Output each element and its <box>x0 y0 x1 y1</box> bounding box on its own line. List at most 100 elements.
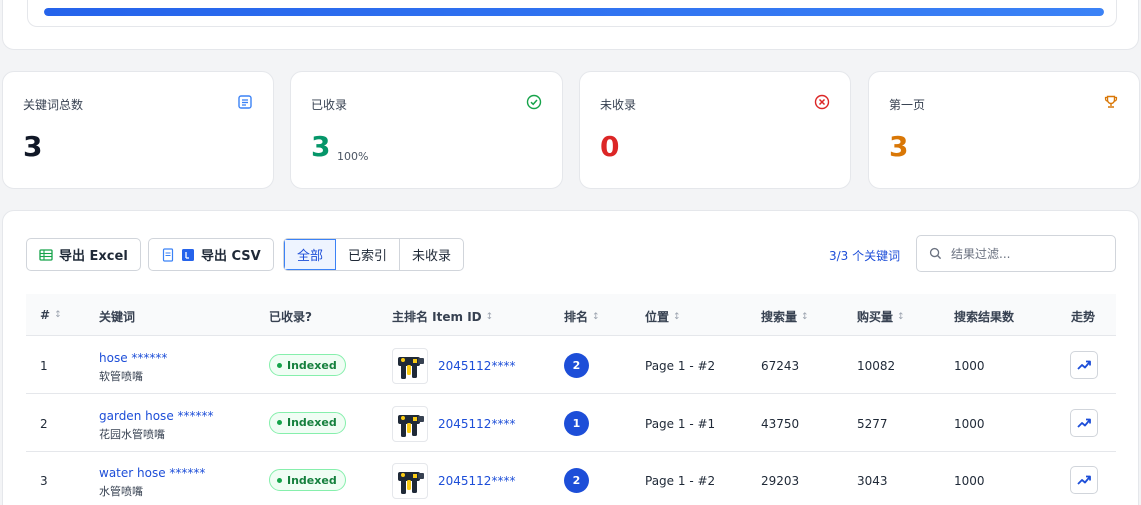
trend-up-icon <box>1077 475 1091 485</box>
hose-nozzle-image <box>398 414 424 437</box>
trophy-icon <box>1104 95 1118 108</box>
stat-card-indexed: 已收录 3 100% <box>290 71 563 189</box>
product-thumbnail[interactable] <box>392 463 428 499</box>
stat-card-total: 关键词总数 3 <box>2 71 274 189</box>
progress-bar <box>44 8 1104 16</box>
stat-label: 已收录 <box>311 98 348 112</box>
export-csv-label: 导出 CSV <box>201 249 261 264</box>
indexed-badge: Indexed <box>269 469 346 491</box>
progress-container <box>27 0 1117 27</box>
results-cell: 1000 <box>954 359 985 373</box>
search-icon <box>929 247 942 260</box>
status-filter-tabs: 全部 已索引 未收录 <box>283 238 465 271</box>
rank-badge: 2 <box>564 353 589 378</box>
results-cell: 1000 <box>954 474 985 488</box>
purchase-cell: 3043 <box>857 474 888 488</box>
stat-label: 未收录 <box>600 98 637 112</box>
keyword-count: 3/3 个关键词 <box>829 249 901 263</box>
position-cell: Page 1 - #2 <box>645 359 716 373</box>
item-id-link[interactable]: 2045112**** <box>438 417 515 431</box>
results-cell: 1000 <box>954 416 985 431</box>
search-volume-cell: 43750 <box>761 416 800 431</box>
indexed-badge-label: Indexed <box>287 473 337 487</box>
trend-up-icon <box>1077 360 1091 370</box>
list-icon <box>238 95 252 109</box>
sort-icon: ↕ <box>485 311 494 322</box>
table-row: 1 hose ****** 软管喷嘴 Indexed 2045112**** 2… <box>26 337 1116 394</box>
tab-not-indexed[interactable]: 未收录 <box>400 239 463 270</box>
column-header-position[interactable]: 位置 ↕ <box>645 308 681 325</box>
spreadsheet-icon <box>39 248 53 261</box>
status-dot <box>277 362 282 368</box>
keyword-link[interactable]: garden hose ****** <box>99 409 214 423</box>
purchase-cell: 10082 <box>857 359 896 373</box>
progress-bar-fill <box>44 8 1104 16</box>
stat-label: 关键词总数 <box>23 98 84 112</box>
tab-indexed[interactable]: 已索引 <box>336 239 401 270</box>
trend-button[interactable] <box>1070 466 1098 494</box>
stat-value: 3 <box>23 130 43 163</box>
result-filter-box <box>916 235 1116 272</box>
status-dot <box>277 477 282 483</box>
column-header-search-volume[interactable]: 搜索量 ↕ <box>761 308 809 325</box>
result-filter-input[interactable] <box>951 244 1101 264</box>
keyword-translation: 花园水管喷嘴 <box>99 427 165 441</box>
trend-button[interactable] <box>1070 351 1098 379</box>
keyword-link[interactable]: hose ****** <box>99 351 167 365</box>
keyword-cell: water hose ****** 水管喷嘴 <box>99 466 205 499</box>
column-header-num[interactable]: # ↕ <box>40 308 62 322</box>
search-volume-cell: 67243 <box>761 359 800 373</box>
stat-card-not-indexed: 未收录 0 <box>579 71 851 189</box>
keyword-cell: garden hose ****** 花园水管喷嘴 <box>99 409 214 442</box>
stat-percent: 100% <box>337 150 369 163</box>
rank-badge: 1 <box>564 410 589 436</box>
rank-badge: 2 <box>564 468 589 493</box>
stat-value: 3 <box>889 130 909 163</box>
table-row: 3 water hose ****** 水管喷嘴 Indexed 2045112… <box>26 452 1116 505</box>
table-row: 2 garden hose ****** 花园水管喷嘴 Indexed 2045… <box>26 394 1116 452</box>
column-header-results: 搜索结果数 <box>954 310 1015 324</box>
export-csv-button[interactable]: 导出 CSV <box>148 238 274 271</box>
document-icon <box>182 248 194 261</box>
hose-nozzle-image <box>398 357 424 379</box>
column-header-item-id[interactable]: 主排名 Item ID ↕ <box>392 308 493 325</box>
purchase-cell: 5277 <box>857 416 888 431</box>
keyword-translation: 水管喷嘴 <box>99 485 143 498</box>
sort-icon: ↕ <box>801 311 809 322</box>
position-cell: Page 1 - #2 <box>645 474 716 488</box>
search-volume-cell: 29203 <box>761 474 800 488</box>
progress-card <box>2 0 1139 50</box>
status-dot <box>277 420 282 425</box>
indexed-badge: Indexed <box>269 354 346 376</box>
indexed-badge: Indexed <box>269 411 346 434</box>
indexed-badge-label: Indexed <box>287 358 337 372</box>
row-number: 1 <box>40 359 48 373</box>
column-header-trend: 走势 <box>1071 310 1096 324</box>
keyword-link[interactable]: water hose ****** <box>99 466 205 480</box>
column-header-purchase[interactable]: 购买量 ↕ <box>857 308 905 325</box>
sort-icon: ↕ <box>673 311 681 322</box>
indexed-badge-label: Indexed <box>287 416 337 429</box>
column-header-rank[interactable]: 排名 ↕ <box>564 308 600 325</box>
stat-label: 第一页 <box>889 98 926 112</box>
product-thumbnail[interactable] <box>392 348 428 384</box>
item-id-link[interactable]: 2045112**** <box>438 359 515 373</box>
column-header-keyword: 关键词 <box>99 310 136 324</box>
row-number: 2 <box>40 416 48 431</box>
hose-nozzle-image <box>398 472 424 494</box>
position-cell: Page 1 - #1 <box>645 416 716 431</box>
sort-icon: ↕ <box>897 311 905 322</box>
item-id-link[interactable]: 2045112**** <box>438 474 515 488</box>
trend-up-icon <box>1077 418 1091 428</box>
file-icon <box>162 247 174 262</box>
product-thumbnail[interactable] <box>392 405 428 442</box>
x-circle-icon <box>814 94 830 110</box>
check-circle-icon <box>526 94 542 110</box>
tab-all[interactable]: 全部 <box>284 239 337 270</box>
sort-icon: ↕ <box>592 311 600 322</box>
column-header-indexed: 已收录? <box>269 310 312 324</box>
export-excel-button[interactable]: 导出 Excel <box>26 238 141 271</box>
keyword-cell: hose ****** 软管喷嘴 <box>99 351 167 384</box>
row-number: 3 <box>40 474 48 488</box>
trend-button[interactable] <box>1070 408 1098 437</box>
